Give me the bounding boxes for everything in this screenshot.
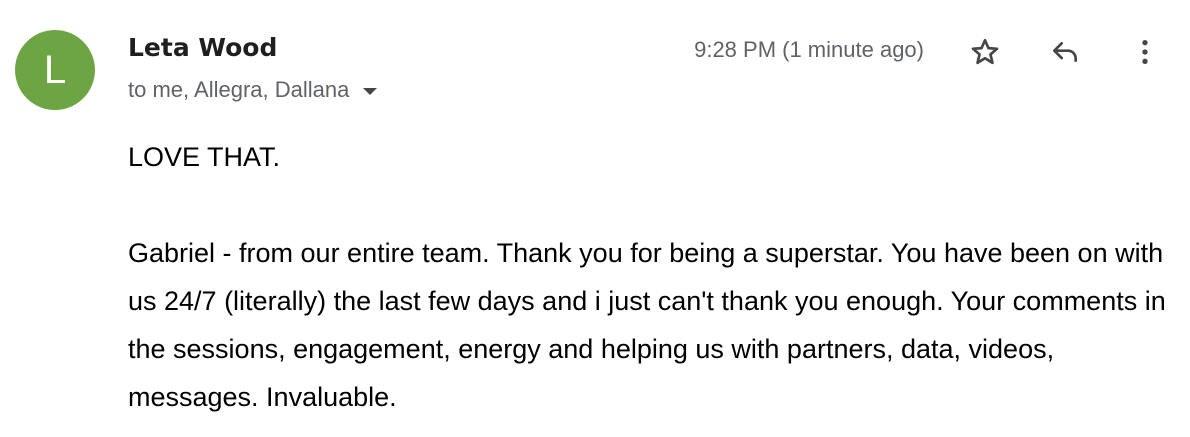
star-outline-icon	[971, 38, 999, 65]
message-timestamp: 9:28 PM (1 minute ago)	[694, 37, 924, 62]
message-body: LOVE THAT. Gabriel - from our entire tea…	[128, 133, 1178, 421]
body-paragraph: Gabriel - from our entire team. Thank yo…	[128, 238, 1166, 412]
chevron-down-icon[interactable]	[363, 87, 378, 95]
avatar-letter: L	[43, 48, 67, 92]
email-message: L Leta Wood to me, Allegra, Dallana 9:28…	[0, 0, 1190, 437]
sender-name[interactable]: Leta Wood	[128, 33, 277, 62]
reply-button[interactable]	[1043, 30, 1087, 74]
recipients-text: to me, Allegra, Dallana	[128, 77, 350, 102]
sender-avatar[interactable]: L	[15, 30, 95, 110]
body-line: LOVE THAT.	[128, 142, 281, 172]
more-vertical-icon	[1142, 40, 1148, 64]
more-options-button[interactable]	[1123, 30, 1167, 74]
reply-icon	[1053, 42, 1077, 62]
star-button[interactable]	[963, 30, 1007, 74]
recipients-details-toggle[interactable]: to me, Allegra, Dallana	[128, 77, 378, 103]
